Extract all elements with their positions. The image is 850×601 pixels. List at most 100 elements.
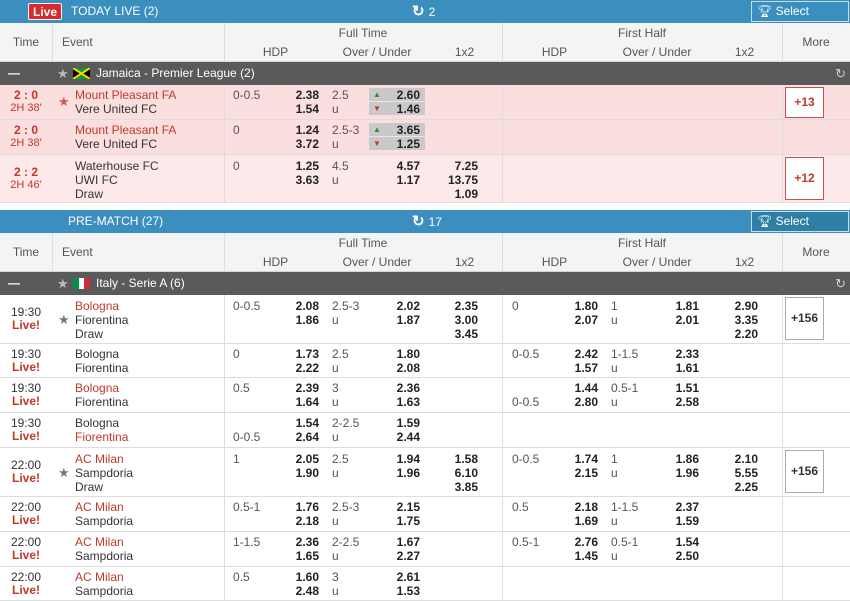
fh-away-win-odd[interactable]: 3.35 [718, 313, 758, 327]
ft-over-odd[interactable]: 1.59 [380, 416, 420, 430]
ft-hdp-away-odd[interactable]: 2.48 [279, 584, 319, 598]
collapse-icon[interactable]: — [8, 62, 20, 85]
favorite-star-icon[interactable]: ★ [58, 94, 70, 110]
ft-over-odd[interactable]: 2.15 [380, 500, 420, 514]
fh-hdp-home-odd[interactable]: 1.44 [558, 381, 598, 395]
ft-hdp-away-odd[interactable]: 1.86 [279, 313, 319, 327]
ft-under-odd[interactable]: 1.87 [380, 313, 420, 327]
away-team[interactable]: Sampdoria [75, 549, 133, 563]
fh-over-odd[interactable]: 1.51 [659, 381, 699, 395]
prematch-refresh-button[interactable]: ↻ 17 [412, 210, 442, 234]
ft-hdp-home-odd[interactable]: 2.05 [279, 452, 319, 466]
home-team[interactable]: AC Milan [75, 500, 124, 514]
fh-over-odd[interactable]: 1.54 [659, 535, 699, 549]
ft-under-odd[interactable]: 1.53 [380, 584, 420, 598]
fh-hdp-home-odd[interactable]: 2.42 [558, 347, 598, 361]
away-team[interactable]: Vere United FC [75, 137, 157, 151]
fh-under-odd[interactable]: 2.58 [659, 395, 699, 409]
fh-over-odd[interactable]: 1.86 [659, 452, 699, 466]
fh-home-win-odd[interactable]: 2.90 [718, 299, 758, 313]
hdp-away-odd[interactable]: 3.72 [279, 137, 319, 151]
away-team[interactable]: Sampdoria [75, 514, 133, 528]
hdp-home-odd[interactable]: 1.24 [279, 123, 319, 137]
fh-under-odd[interactable]: 1.61 [659, 361, 699, 375]
ft-over-odd[interactable]: 1.94 [380, 452, 420, 466]
fh-draw-odd[interactable]: 2.20 [718, 327, 758, 341]
away-team[interactable]: UWI FC [75, 173, 118, 187]
home-team[interactable]: Bologna [75, 299, 119, 313]
over-odd[interactable]: 2.60 [380, 88, 420, 102]
away-team[interactable]: Fiorentina [75, 430, 128, 444]
more-markets-button[interactable]: +12 [785, 157, 824, 200]
ft-over-odd[interactable]: 1.80 [380, 347, 420, 361]
over-odd[interactable]: 3.65 [380, 123, 420, 137]
fh-hdp-home-odd[interactable]: 2.18 [558, 500, 598, 514]
ft-hdp-away-odd[interactable]: 1.90 [279, 466, 319, 480]
fh-over-odd[interactable]: 2.33 [659, 347, 699, 361]
under-odd[interactable]: 1.17 [380, 173, 420, 187]
fh-under-odd[interactable]: 2.01 [659, 313, 699, 327]
live-select-league-button[interactable]: 🏆︎ Select League [751, 1, 849, 37]
ft-hdp-home-odd[interactable]: 1.54 [279, 416, 319, 430]
away-team[interactable]: Fiorentina [75, 313, 128, 327]
hdp-home-odd[interactable]: 1.25 [279, 159, 319, 173]
ft-hdp-home-odd[interactable]: 2.08 [279, 299, 319, 313]
fh-hdp-home-odd[interactable]: 2.76 [558, 535, 598, 549]
ft-over-odd[interactable]: 2.61 [380, 570, 420, 584]
home-team[interactable]: AC Milan [75, 570, 124, 584]
fh-under-odd[interactable]: 2.50 [659, 549, 699, 563]
home-team[interactable]: Bologna [75, 416, 119, 430]
ft-over-odd[interactable]: 2.02 [380, 299, 420, 313]
away-team[interactable]: Sampdoria [75, 584, 133, 598]
away-team[interactable]: Fiorentina [75, 395, 128, 409]
collapse-icon[interactable]: — [8, 272, 20, 295]
fh-under-odd[interactable]: 1.96 [659, 466, 699, 480]
ft-hdp-home-odd[interactable]: 1.73 [279, 347, 319, 361]
ft-draw-odd[interactable]: 3.85 [438, 480, 478, 494]
favorite-star-icon[interactable]: ★ [58, 312, 70, 328]
fh-under-odd[interactable]: 1.59 [659, 514, 699, 528]
over-odd[interactable]: 4.57 [380, 159, 420, 173]
ft-away-win-odd[interactable]: 3.00 [438, 313, 478, 327]
more-markets-button[interactable]: +156 [785, 297, 824, 340]
ft-away-win-odd[interactable]: 6.10 [438, 466, 478, 480]
ft-hdp-away-odd[interactable]: 2.64 [279, 430, 319, 444]
reload-icon[interactable]: ↻ [835, 62, 846, 85]
home-team[interactable]: Bologna [75, 381, 119, 395]
live-refresh-button[interactable]: ↻ 2 [412, 0, 435, 24]
draw-odd[interactable]: 1.09 [438, 187, 478, 201]
star-icon[interactable]: ★ [57, 62, 69, 85]
under-odd[interactable]: 1.46 [380, 102, 420, 116]
ft-hdp-home-odd[interactable]: 2.39 [279, 381, 319, 395]
ft-under-odd[interactable]: 2.08 [380, 361, 420, 375]
fh-hdp-away-odd[interactable]: 1.69 [558, 514, 598, 528]
ft-draw-odd[interactable]: 3.45 [438, 327, 478, 341]
ft-over-odd[interactable]: 1.67 [380, 535, 420, 549]
star-icon[interactable]: ★ [57, 272, 69, 295]
ft-home-win-odd[interactable]: 1.58 [438, 452, 478, 466]
ft-under-odd[interactable]: 2.27 [380, 549, 420, 563]
ft-hdp-away-odd[interactable]: 1.65 [279, 549, 319, 563]
ft-hdp-away-odd[interactable]: 2.22 [279, 361, 319, 375]
ft-home-win-odd[interactable]: 2.35 [438, 299, 478, 313]
ft-hdp-home-odd[interactable]: 1.76 [279, 500, 319, 514]
fh-hdp-away-odd[interactable]: 1.57 [558, 361, 598, 375]
away-win-odd[interactable]: 13.75 [438, 173, 478, 187]
ft-under-odd[interactable]: 1.96 [380, 466, 420, 480]
fh-over-odd[interactable]: 1.81 [659, 299, 699, 313]
home-win-odd[interactable]: 7.25 [438, 159, 478, 173]
fh-hdp-away-odd[interactable]: 2.15 [558, 466, 598, 480]
home-team[interactable]: Waterhouse FC [75, 159, 159, 173]
ft-hdp-away-odd[interactable]: 1.64 [279, 395, 319, 409]
fh-hdp-away-odd[interactable]: 2.07 [558, 313, 598, 327]
home-team[interactable]: Mount Pleasant FA [75, 123, 176, 137]
under-odd[interactable]: 1.25 [380, 137, 420, 151]
away-team[interactable]: Fiorentina [75, 361, 128, 375]
fh-hdp-away-odd[interactable]: 2.80 [558, 395, 598, 409]
ft-hdp-home-odd[interactable]: 1.60 [279, 570, 319, 584]
fh-draw-odd[interactable]: 2.25 [718, 480, 758, 494]
more-markets-button[interactable]: +156 [785, 450, 824, 493]
reload-icon[interactable]: ↻ [835, 272, 846, 295]
home-team[interactable]: Mount Pleasant FA [75, 88, 176, 102]
fh-hdp-home-odd[interactable]: 1.80 [558, 299, 598, 313]
